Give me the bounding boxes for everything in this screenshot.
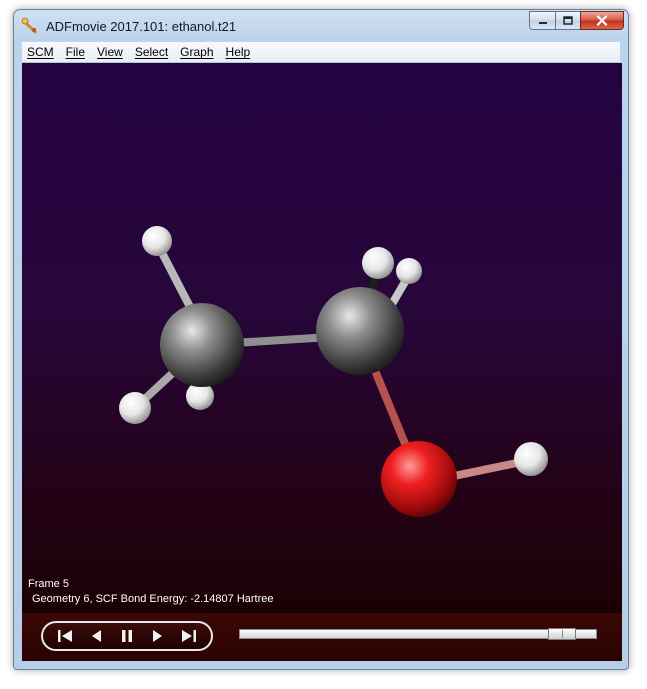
maximize-button[interactable] bbox=[555, 11, 580, 30]
first-frame-icon bbox=[58, 630, 73, 642]
hydrogen-atom bbox=[142, 226, 172, 256]
title-bar[interactable]: ADFmovie 2017.101: ethanol.t21 bbox=[14, 10, 628, 42]
playback-bar bbox=[22, 613, 622, 661]
maximize-icon bbox=[563, 16, 573, 25]
last-frame-icon bbox=[181, 630, 196, 642]
previous-frame-icon bbox=[91, 630, 101, 642]
hydrogen-atom bbox=[514, 442, 548, 476]
window-controls bbox=[529, 11, 624, 31]
close-icon bbox=[596, 15, 608, 26]
frame-slider-thumb[interactable] bbox=[548, 628, 576, 640]
molecule-scene bbox=[119, 226, 548, 517]
previous-frame-button[interactable] bbox=[86, 627, 108, 645]
transport-controls bbox=[41, 621, 213, 651]
pause-button[interactable] bbox=[116, 627, 138, 645]
app-icon bbox=[21, 17, 37, 34]
energy-label: Geometry 6, SCF Bond Energy: -2.14807 Ha… bbox=[32, 593, 274, 605]
hydrogen-atom bbox=[362, 247, 394, 279]
carbon-atom bbox=[316, 287, 404, 375]
frame-label: Frame 5 bbox=[28, 578, 69, 590]
next-frame-button[interactable] bbox=[146, 627, 168, 645]
close-button[interactable] bbox=[580, 11, 624, 30]
oxygen-atom bbox=[381, 441, 457, 517]
pause-icon bbox=[121, 630, 132, 642]
hydrogen-atom bbox=[396, 258, 422, 284]
menu-file[interactable]: File bbox=[60, 45, 91, 59]
hydrogen-atom bbox=[119, 392, 151, 424]
app-window: ADFmovie 2017.101: ethanol.t21 SCM File … bbox=[13, 9, 629, 670]
menu-select[interactable]: Select bbox=[129, 45, 174, 59]
minimize-button[interactable] bbox=[529, 11, 555, 30]
minimize-icon bbox=[538, 21, 547, 24]
menu-graph[interactable]: Graph bbox=[174, 45, 219, 59]
first-frame-button[interactable] bbox=[55, 627, 77, 645]
menu-scm[interactable]: SCM bbox=[22, 45, 60, 59]
menu-view[interactable]: View bbox=[91, 45, 129, 59]
carbon-atom bbox=[160, 303, 244, 387]
window-title: ADFmovie 2017.101: ethanol.t21 bbox=[46, 19, 237, 34]
menu-bar: SCM File View Select Graph Help bbox=[22, 42, 620, 63]
next-frame-icon bbox=[153, 630, 163, 642]
molecule-viewport[interactable]: Frame 5 Geometry 6, SCF Bond Energy: -2.… bbox=[22, 63, 622, 613]
menu-help[interactable]: Help bbox=[220, 45, 257, 59]
frame-slider[interactable] bbox=[239, 628, 597, 640]
last-frame-button[interactable] bbox=[177, 627, 199, 645]
